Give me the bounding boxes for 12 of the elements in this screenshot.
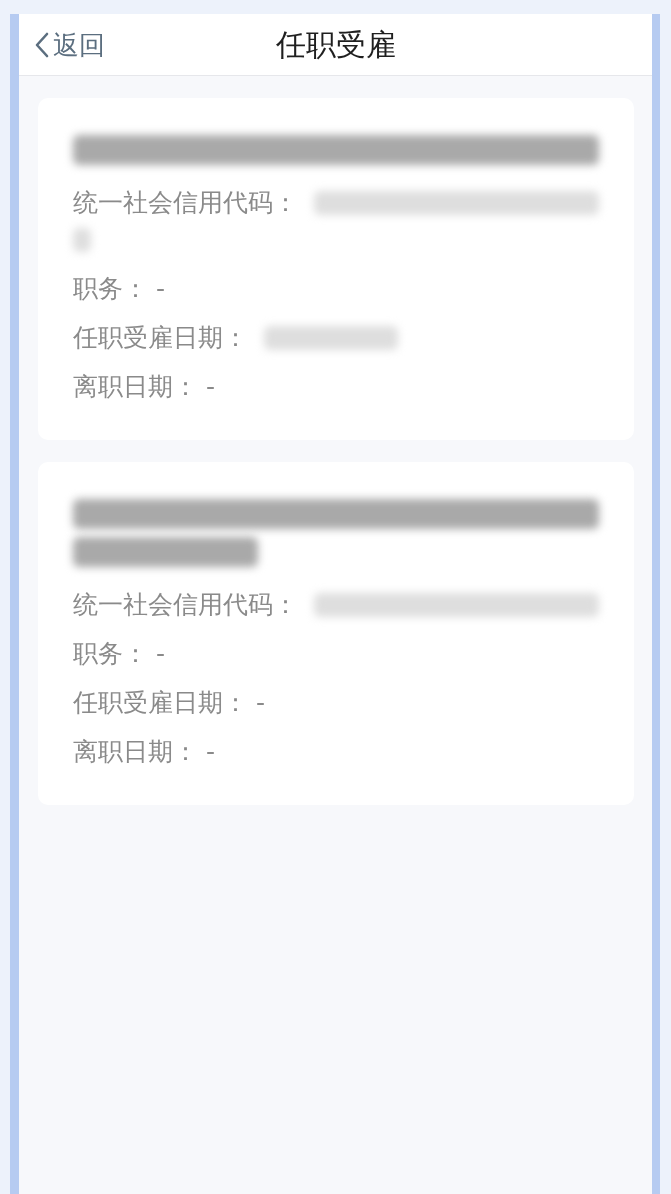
field-label: 统一社会信用代码： — [73, 188, 298, 218]
field-text: 离职日期： - — [73, 372, 215, 402]
field-text: 任职受雇日期： - — [73, 688, 265, 718]
field-text: 离职日期： - — [73, 737, 215, 767]
field-text: 职务： - — [73, 274, 165, 304]
field-label: 任职受雇日期： — [73, 323, 248, 353]
page-title: 任职受雇 — [275, 26, 396, 64]
back-button[interactable]: 返回 — [35, 31, 105, 58]
chevron-left-icon — [35, 31, 49, 58]
field-label: 统一社会信用代码： — [73, 590, 298, 620]
redacted-text — [73, 228, 91, 252]
field-text: 职务： - — [73, 639, 165, 669]
